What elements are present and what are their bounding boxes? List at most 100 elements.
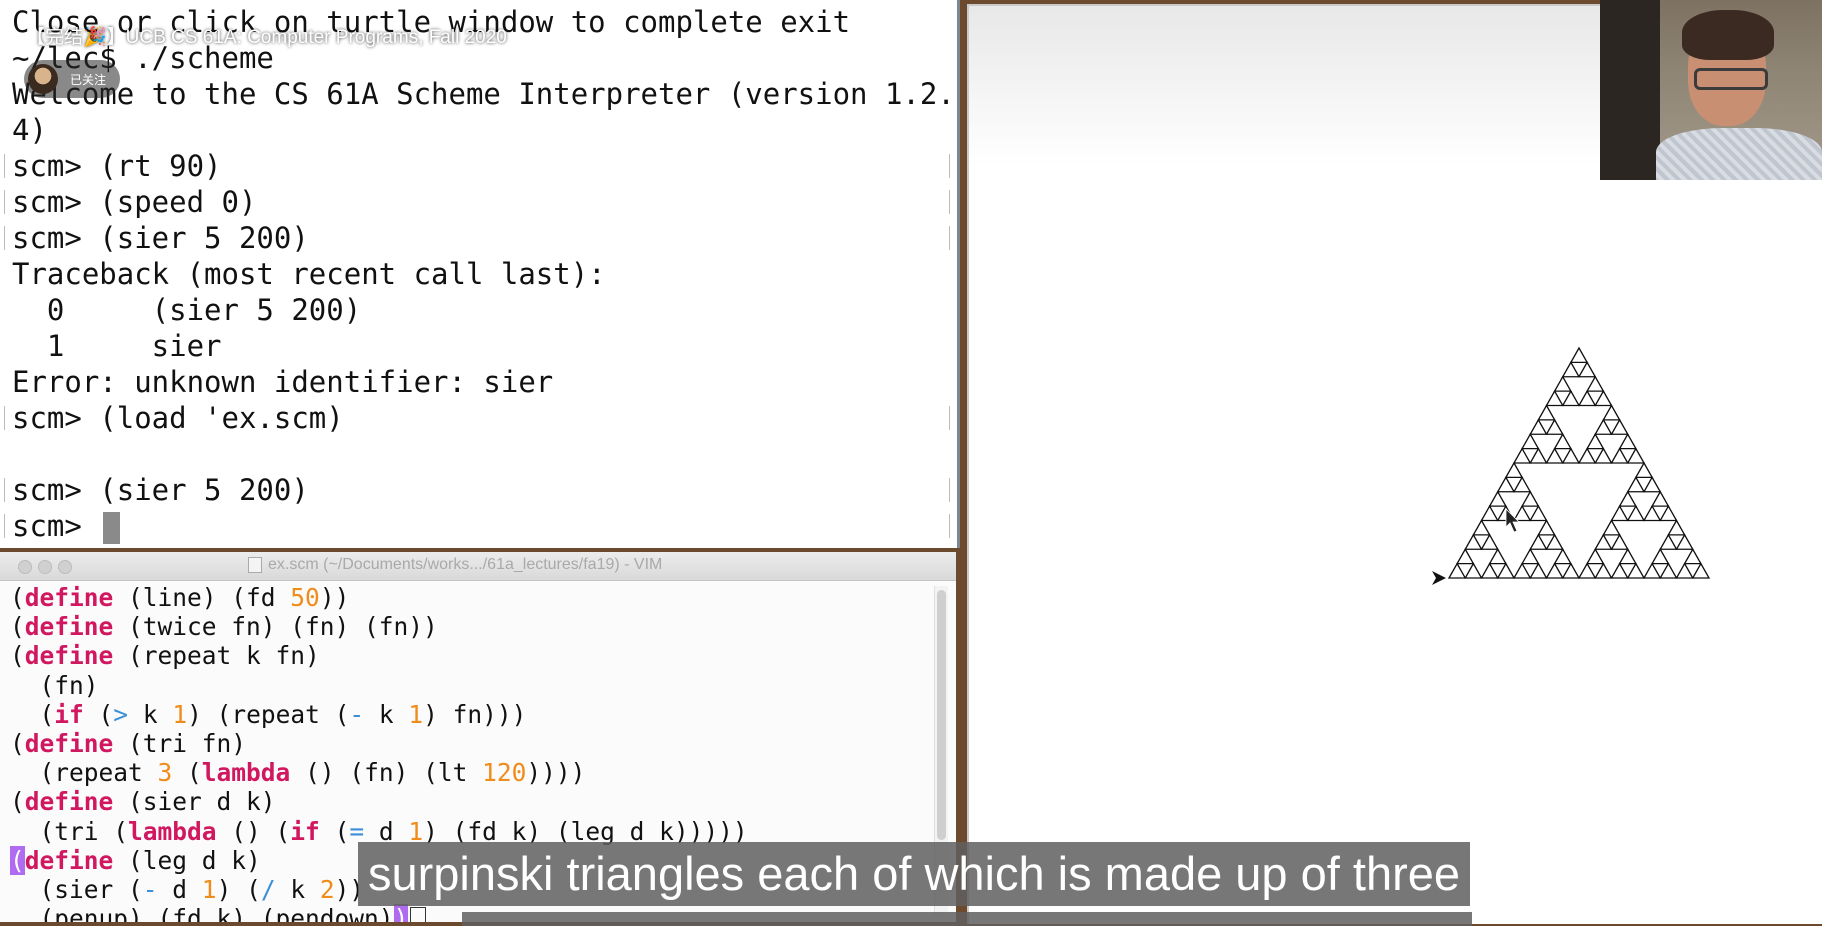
- code-token: (: [172, 758, 202, 788]
- code-token-op: -: [349, 699, 365, 729]
- follow-status[interactable]: 已关注: [70, 71, 106, 88]
- sierpinski-triangle: [1512, 562, 1532, 579]
- presenter-glasses: [1694, 68, 1768, 90]
- sierpinski-triangle: [1659, 533, 1678, 550]
- close-window-button[interactable]: [18, 560, 32, 574]
- prompt-marker: [4, 478, 5, 502]
- sierpinski-triangle: [1602, 519, 1621, 536]
- sierpinski-triangle: [1447, 562, 1467, 579]
- sierpinski-triangle: [1537, 519, 1556, 536]
- code-token: (: [10, 728, 25, 758]
- code-token: ) (: [216, 874, 261, 904]
- presenter-shirt: [1656, 128, 1822, 180]
- code-token-kw: if: [290, 816, 320, 846]
- video-title: 【完结🎉】UCB CS 61A: Computer Programs, Fall…: [26, 27, 507, 48]
- sierpinski-triangle: [1537, 404, 1556, 421]
- code-token-num: 1: [408, 699, 424, 729]
- terminal-line: scm> (rt 90): [4, 148, 951, 184]
- mouse-pointer-icon: [1505, 508, 1520, 533]
- sierpinski-triangle: [1610, 533, 1629, 550]
- code-line[interactable]: (define (tri fn): [10, 729, 748, 758]
- sierpinski-triangle: [1594, 389, 1613, 407]
- code-token-op: -: [142, 874, 158, 904]
- code-token-op: >: [113, 699, 129, 729]
- terminal-line-text: 4): [12, 113, 47, 147]
- terminal-line-text: Welcome to the CS 61A Scheme Interpreter…: [12, 77, 955, 111]
- turtle-cursor-icon: [1432, 571, 1446, 585]
- document-icon: [248, 556, 262, 573]
- code-token: () (fn) (lt: [290, 758, 483, 788]
- terminal-output: Close or click on turtle window to compl…: [4, 4, 955, 544]
- prompt-marker-right: [949, 190, 950, 214]
- terminal-line-text: 1 sier: [12, 329, 222, 363]
- prompt-marker: [4, 514, 5, 538]
- vim-titlebar[interactable]: ex.scm (~/Documents/works.../61a_lecture…: [0, 552, 956, 581]
- code-token: (tri fn): [113, 728, 247, 758]
- sierpinski-triangle: [1675, 562, 1694, 579]
- terminal-line-text: Traceback (most recent call last):: [12, 257, 606, 291]
- sierpinski-triangle: [1651, 490, 1670, 507]
- sierpinski-triangle: [1488, 547, 1507, 565]
- vim-title-text: ex.scm (~/Documents/works.../61a_lecture…: [268, 556, 663, 573]
- terminal-line: 0 (sier 5 200): [12, 292, 951, 328]
- code-token: k: [364, 699, 409, 729]
- code-token-num: 1: [172, 699, 188, 729]
- prompt-marker-right: [949, 154, 950, 178]
- prompt-marker: [4, 406, 5, 430]
- sierpinski-triangle: [1642, 476, 1662, 493]
- code-token-op: /: [260, 874, 276, 904]
- code-token: (: [10, 699, 55, 729]
- uploader-badge[interactable]: 已关注: [24, 60, 120, 98]
- sierpinski-triangle: [1618, 490, 1637, 507]
- code-token-kw: define: [24, 787, 114, 817]
- sierpinski-triangle: [1512, 504, 1532, 522]
- terminal-line-text: scm> (rt 90): [12, 149, 222, 183]
- code-token: (: [10, 787, 25, 817]
- terminal-cursor[interactable]: [103, 512, 121, 544]
- background-shelf: [1600, 0, 1660, 180]
- code-line[interactable]: (define (twice fn) (fn) (fn)): [10, 612, 748, 641]
- code-token-kw: lambda: [128, 816, 217, 846]
- code-token: (repeat: [10, 758, 158, 788]
- terminal-line-text: Error: unknown identifier: sier: [12, 365, 554, 399]
- minimize-window-button[interactable]: [38, 560, 52, 574]
- terminal-line: Welcome to the CS 61A Scheme Interpreter…: [12, 76, 955, 112]
- sierpinski-triangle: [1488, 490, 1507, 507]
- code-token: )): [319, 583, 350, 612]
- sierpinski-triangle: [1594, 533, 1613, 550]
- code-line[interactable]: (repeat 3 (lambda () (fn) (lt 120)))): [10, 758, 748, 787]
- code-token: (sier (: [10, 874, 143, 904]
- sierpinski-triangle: [1545, 389, 1564, 407]
- code-token: (: [10, 641, 25, 671]
- prompt-marker: [4, 154, 5, 178]
- sierpinski-triangle: [1504, 461, 1524, 479]
- sierpinski-triangle: [1618, 547, 1637, 565]
- code-line[interactable]: (define (repeat k fn): [10, 641, 748, 670]
- sierpinski-triangle: [1610, 562, 1629, 579]
- terminal-window[interactable]: Close or click on turtle window to compl…: [0, 0, 960, 548]
- code-line[interactable]: (define (line) (fd 50)): [10, 583, 748, 612]
- sierpinski-triangle: [1586, 375, 1605, 392]
- terminal-line-text: scm> (sier 5 200): [12, 473, 309, 507]
- sierpinski-triangle: [1675, 533, 1694, 550]
- sierpinski-triangle: [1529, 418, 1548, 435]
- presenter-webcam: [1600, 0, 1822, 180]
- code-token-kw: define: [24, 845, 114, 875]
- code-line[interactable]: (if (> k 1) (repeat (- k 1) fn))): [10, 700, 748, 729]
- code-line[interactable]: (define (sier d k): [10, 787, 748, 816]
- code-token-kw: define: [24, 641, 114, 671]
- code-token-kw: define: [24, 728, 114, 758]
- uploader-avatar[interactable]: [28, 64, 58, 94]
- sierpinski-triangle: [1610, 447, 1629, 464]
- prompt-marker-right: [949, 514, 950, 538]
- sierpinski-triangle: [1512, 476, 1532, 493]
- code-line[interactable]: (fn): [10, 671, 748, 700]
- code-token: (repeat k fn): [113, 641, 320, 671]
- terminal-line: 4): [12, 112, 951, 148]
- zoom-window-button[interactable]: [58, 560, 72, 574]
- vim-scrollbar-thumb[interactable]: [937, 590, 946, 840]
- terminal-line: 1 sier: [12, 328, 951, 364]
- code-token-kw: define: [24, 612, 114, 642]
- terminal-line-text: 0 (sier 5 200): [12, 293, 362, 327]
- code-token: (leg d k): [113, 845, 261, 875]
